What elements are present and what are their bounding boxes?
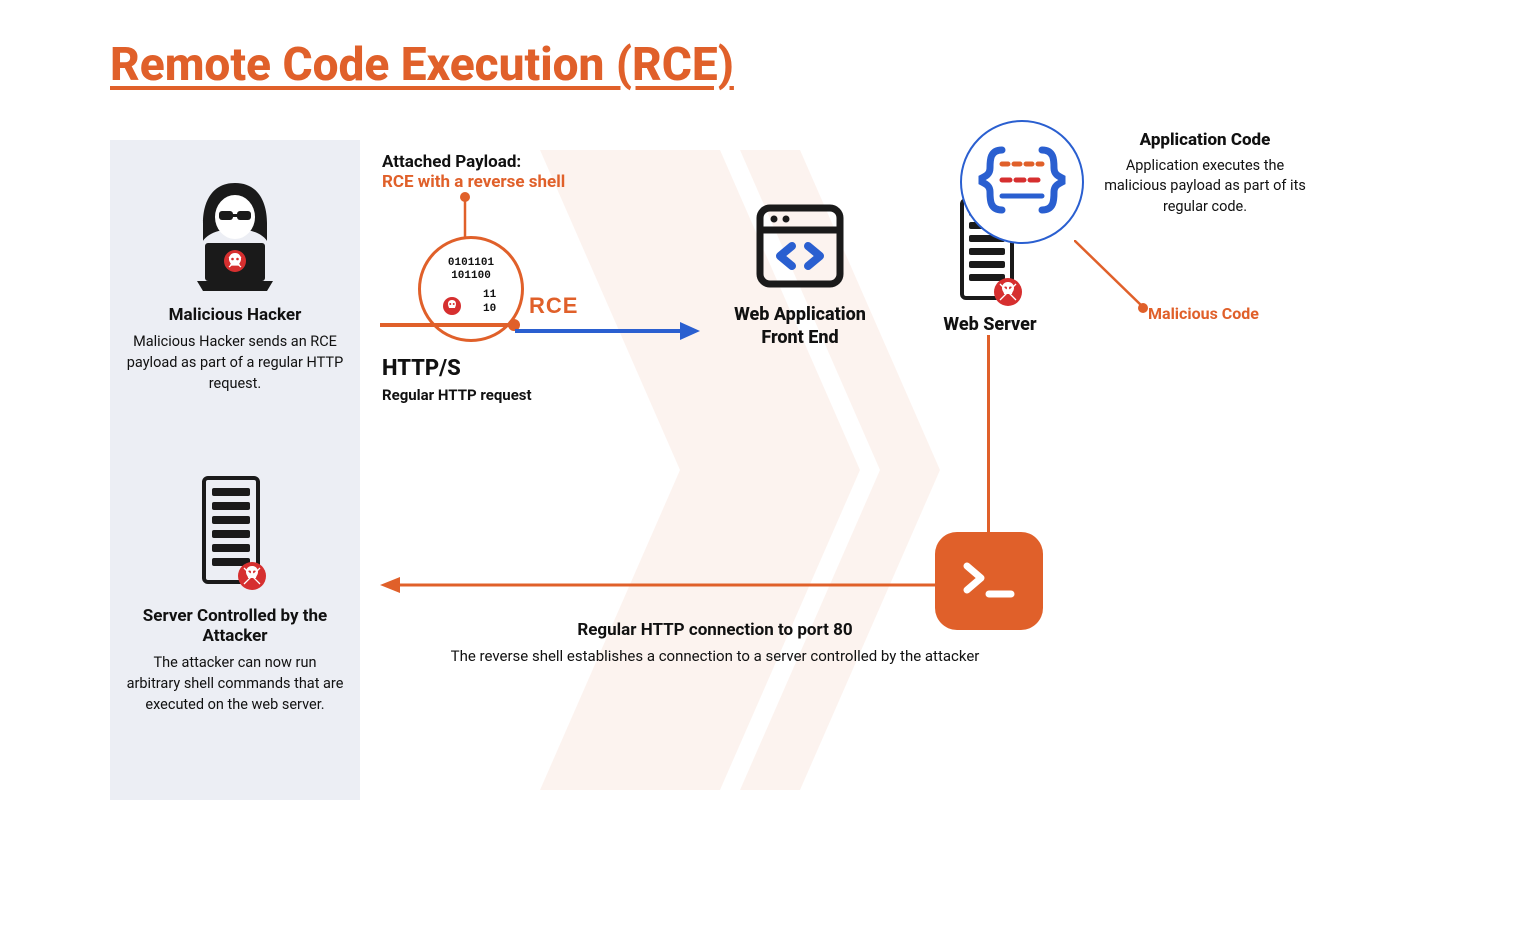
- hacker-icon: [175, 173, 295, 293]
- appcode-desc: Application executes the malicious paylo…: [1100, 156, 1310, 217]
- hacker-title: Malicious Hacker: [126, 305, 344, 325]
- page-title: Remote Code Execution (RCE): [110, 38, 734, 92]
- webapp-title-line2: Front End: [761, 327, 838, 348]
- browser-icon: [750, 196, 850, 296]
- http-title: HTTP/S: [382, 356, 461, 381]
- webserver-title: Web Server: [930, 314, 1050, 335]
- diagram-area: Attached Payload: RCE with a reverse she…: [360, 140, 1420, 840]
- attacker-server-title: Server Controlled by the Attacker: [126, 606, 344, 646]
- return-text: Regular HTTP connection to port 80 The r…: [450, 620, 980, 667]
- attacker-server-desc: The attacker can now run arbitrary shell…: [126, 652, 344, 715]
- binary-text: 11: [483, 289, 496, 302]
- left-panel: Malicious Hacker Malicious Hacker sends …: [110, 140, 360, 800]
- appcode-circle: [960, 120, 1084, 244]
- malicious-code-label: Malicious Code: [1148, 304, 1259, 323]
- connector-dot-icon: [1138, 303, 1148, 313]
- http-arrow: [380, 316, 700, 346]
- vertical-connector: [987, 335, 990, 535]
- http-sub: Regular HTTP request: [382, 386, 532, 404]
- connector-dot-icon: [460, 192, 470, 202]
- binary-text: 0101101: [448, 257, 494, 269]
- hacker-desc: Malicious Hacker sends an RCE payload as…: [126, 331, 344, 394]
- webapp-block: Web Application Front End: [720, 196, 880, 349]
- appcode-title: Application Code: [1100, 130, 1310, 150]
- return-desc: The reverse shell establishes a connecti…: [450, 646, 980, 667]
- webapp-title-line1: Web Application: [734, 304, 866, 325]
- appcode-text: Application Code Application executes th…: [1100, 130, 1310, 217]
- code-brackets-icon: [962, 122, 1082, 242]
- hacker-block: Malicious Hacker Malicious Hacker sends …: [126, 165, 344, 394]
- binary-text: 101100: [451, 270, 491, 282]
- attached-payload-label: Attached Payload: RCE with a reverse she…: [382, 152, 565, 192]
- return-title: Regular HTTP connection to port 80: [450, 620, 980, 640]
- payload-label: Attached Payload:: [382, 152, 565, 172]
- attacker-server-icon: [190, 474, 280, 594]
- payload-value: RCE with a reverse shell: [382, 172, 565, 192]
- return-arrow: [380, 575, 935, 595]
- terminal-icon: [935, 532, 1043, 630]
- attacker-server-block: Server Controlled by the Attacker The at…: [126, 474, 344, 715]
